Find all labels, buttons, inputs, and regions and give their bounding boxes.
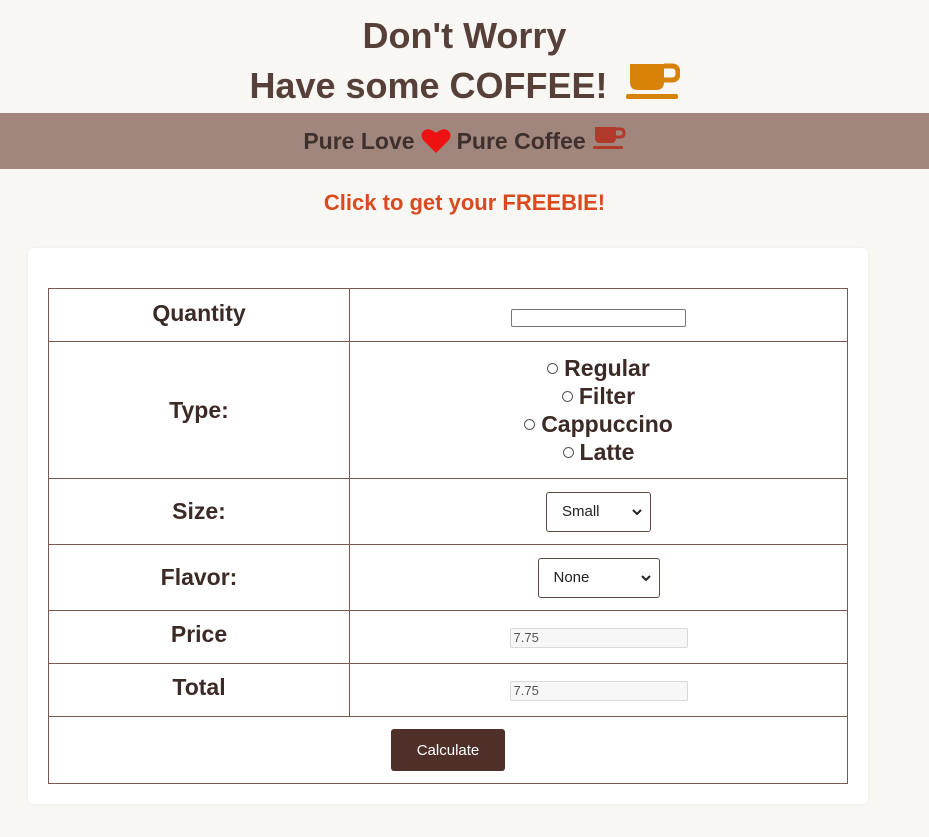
size-row: Size: Small xyxy=(48,478,848,545)
order-form-table: Quantity Type: Regular Filter Cappuccino xyxy=(48,288,848,784)
chevron-down-icon xyxy=(640,569,651,586)
calculate-button[interactable]: Calculate xyxy=(391,729,505,771)
radio-button[interactable] xyxy=(524,418,536,430)
type-option-latte[interactable]: Latte xyxy=(350,438,847,466)
hero-header: Don't Worry Have some COFFEE! xyxy=(0,0,929,113)
size-label: Size: xyxy=(48,478,350,545)
type-option-filter[interactable]: Filter xyxy=(350,382,847,410)
price-field: 7.75 xyxy=(509,628,688,649)
type-options: Regular Filter Cappuccino Latte xyxy=(349,341,848,479)
type-option-label: Latte xyxy=(579,438,635,465)
flavor-label: Flavor: xyxy=(48,544,350,611)
type-option-label: Cappuccino xyxy=(541,410,673,437)
type-option-label: Regular xyxy=(564,354,650,381)
hero-title-line1: Don't Worry xyxy=(362,15,567,56)
calculate-cell: Calculate xyxy=(48,716,848,784)
flavor-cell: None xyxy=(349,544,848,611)
price-label: Price xyxy=(48,610,350,664)
total-row: Total 7.75 xyxy=(48,663,848,717)
tagline-left: Pure Love xyxy=(303,127,415,154)
tagline-banner: Pure Love Pure Coffee xyxy=(0,113,929,169)
calculate-row: Calculate xyxy=(48,716,848,784)
total-cell: 7.75 xyxy=(349,663,848,717)
type-option-cappuccino[interactable]: Cappuccino xyxy=(350,410,847,438)
price-row: Price 7.75 xyxy=(48,610,848,664)
coffee-cup-icon xyxy=(624,60,681,114)
flavor-row: Flavor: None xyxy=(48,544,848,611)
type-option-regular[interactable]: Regular xyxy=(350,354,847,382)
type-row: Type: Regular Filter Cappuccino Latte xyxy=(48,341,848,479)
quantity-cell xyxy=(349,288,848,342)
price-cell: 7.75 xyxy=(349,610,848,664)
small-coffee-cup-icon xyxy=(592,125,626,157)
size-cell: Small xyxy=(349,478,848,545)
size-select[interactable]: Small xyxy=(546,491,651,532)
total-label: Total xyxy=(48,663,350,717)
heart-icon xyxy=(421,128,451,154)
chevron-down-icon xyxy=(632,503,642,520)
flavor-selected: None xyxy=(553,569,590,586)
flavor-select[interactable]: None xyxy=(537,557,660,598)
hero-title-line2: Have some COFFEE! xyxy=(249,65,608,106)
tagline-right: Pure Coffee xyxy=(456,127,586,154)
radio-button[interactable] xyxy=(547,362,559,374)
type-label: Type: xyxy=(48,341,350,479)
radio-button[interactable] xyxy=(562,446,574,458)
type-option-label: Filter xyxy=(578,382,636,409)
hero-title-line2-wrap: Have some COFFEE! xyxy=(0,60,929,114)
radio-button[interactable] xyxy=(561,390,573,402)
total-field: 7.75 xyxy=(509,681,688,702)
order-card: Quantity Type: Regular Filter Cappuccino xyxy=(28,248,868,804)
quantity-label: Quantity xyxy=(48,288,350,342)
size-selected: Small xyxy=(562,503,600,520)
freebie-link[interactable]: Click to get your FREEBIE! xyxy=(0,190,929,216)
quantity-row: Quantity xyxy=(48,288,848,342)
quantity-input[interactable] xyxy=(511,309,686,327)
